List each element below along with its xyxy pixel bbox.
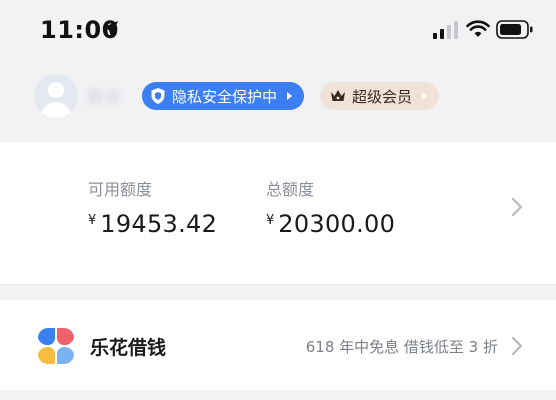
avatar-body [41,102,71,118]
caret-right-icon [422,92,428,100]
available-quota: 可用额度 ¥ 19453.42 [88,176,217,238]
username: 赛青 [86,88,122,109]
lehua-loan-entry[interactable]: 乐花借钱 618 年中免息 借钱低至 3 折 [0,300,556,390]
available-quota-value: 19453.42 [100,210,218,238]
chevron-right-icon[interactable] [510,196,524,218]
caret-right-icon [287,92,293,100]
wifi-icon [466,20,490,37]
super-member-button[interactable]: 超级会员 [320,82,440,110]
status-bar: 11:00 [0,0,556,60]
vip-badge-label: 超级会员 [352,87,413,106]
total-quota-value: 20300.00 [278,210,396,238]
loan-title: 乐花借钱 [90,337,167,359]
battery-icon [496,20,533,39]
four-petal-logo-icon [38,328,74,364]
credit-quota-card[interactable]: 可用额度 ¥ 19453.42 总额度 ¥ 20300.00 [0,142,556,284]
section-divider [0,284,556,285]
currency-symbol: ¥ [88,213,97,228]
available-quota-amount: ¥ 19453.42 [88,210,217,238]
privacy-badge-label: 隐私安全保护中 [172,87,278,106]
total-quota-label: 总额度 [266,180,315,199]
chevron-right-icon[interactable] [510,335,524,357]
total-quota: 总额度 ¥ 20300.00 [266,176,395,238]
location-arrow-icon [102,21,118,37]
loan-promo-text: 618 年中免息 借钱低至 3 折 [305,338,498,356]
avatar[interactable] [34,74,78,118]
shield-icon [151,88,165,104]
privacy-protection-button[interactable]: 隐私安全保护中 [142,82,305,110]
currency-symbol: ¥ [266,213,275,228]
signal-icon [433,21,458,39]
total-quota-amount: ¥ 20300.00 [266,210,395,238]
profile-row: 赛青 隐私安全保护中 超级会员 [0,66,556,126]
available-quota-label: 可用额度 [88,180,153,199]
crown-icon [331,90,345,101]
avatar-head [48,82,64,98]
